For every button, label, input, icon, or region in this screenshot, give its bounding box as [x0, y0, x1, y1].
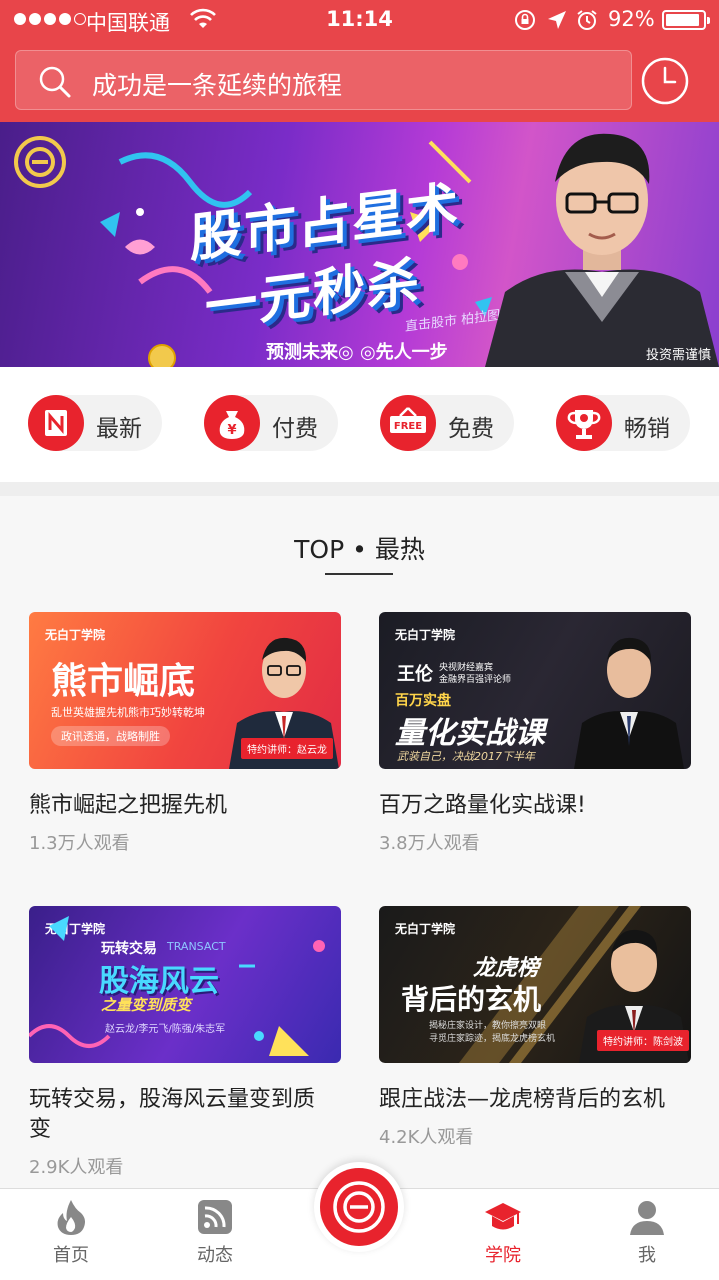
graduation-cap-icon	[485, 1203, 521, 1230]
section-underline	[325, 573, 393, 575]
tab-label: 学院	[485, 1245, 521, 1266]
view-count: 3.8万人观看	[379, 833, 480, 854]
course-thumbnail[interactable]: 无白丁学院 熊市崛底 乱世英雄握先机熊市巧妙转乾坤 政讯透通，战略制胜 特约讲师…	[29, 612, 341, 769]
course-thumbnail[interactable]: 无白丁学院 玩转交易 TRANSACT 股海风云 之量变到质变 赵云龙/李元飞/…	[29, 906, 341, 1063]
lecturer-badge: 特约讲师：赵云龙	[241, 738, 333, 759]
scan-target-icon	[333, 1181, 385, 1233]
location-icon	[548, 11, 566, 29]
banner-slogan: 预测未来◎ ◎先人一步	[266, 342, 448, 363]
thumb-headline: 量化实战课	[395, 716, 545, 751]
free-tag-icon: FREE	[380, 395, 436, 451]
tab-label: 我	[638, 1245, 656, 1266]
search-bar[interactable]: 成功是一条延续的旅程	[15, 50, 632, 110]
clock-icon[interactable]	[640, 56, 690, 106]
course-thumbnail[interactable]: 无白丁学院 龙虎榜 背后的玄机 揭秘庄家设计，教你擦亮双眼 寻觅庄家踪迹，揭底龙…	[379, 906, 691, 1063]
category-label: 畅销	[624, 416, 670, 442]
confetti-decoration	[29, 916, 325, 1056]
alarm-icon	[577, 10, 597, 30]
coin-icon	[148, 344, 176, 367]
thumb-subtitle: 乱世英雄握先机熊市巧妙转乾坤	[51, 706, 205, 719]
thumb-subtitle: 武装自己，决战2017下半年	[397, 750, 535, 763]
view-count: 2.9K人观看	[29, 1157, 124, 1178]
course-title[interactable]: 玩转交易，股海风云量变到质变	[29, 1085, 329, 1145]
trophy-icon	[556, 395, 612, 451]
tab-feed[interactable]: 动态	[170, 1197, 260, 1277]
section-divider	[0, 482, 719, 496]
user-icon	[630, 1201, 664, 1235]
presenter-photo	[485, 133, 719, 367]
money-bag-icon: ¥	[204, 395, 260, 451]
course-card[interactable]: 无白丁学院 龙虎榜 背后的玄机 揭秘庄家设计，教你擦亮双眼 寻觅庄家踪迹，揭底龙…	[379, 906, 691, 1149]
thumb-headline: 熊市崛底	[51, 661, 196, 702]
brand-label: 无白丁学院	[45, 628, 106, 642]
thumb-desc2: 寻觅庄家踪迹，揭底龙虎榜玄机	[429, 1034, 556, 1044]
course-card[interactable]: 无白丁学院 玩转交易 TRANSACT 股海风云 之量变到质变 赵云龙/李元飞/…	[29, 906, 341, 1179]
thumb-desc1: 揭秘庄家设计，教你擦亮双眼	[429, 1021, 547, 1031]
battery-icon	[662, 10, 710, 30]
lecturer-badge: 特约讲师：陈剑波	[597, 1030, 689, 1051]
category-latest[interactable]: 最新	[28, 395, 162, 451]
category-free[interactable]: FREE 免费	[380, 395, 514, 451]
lecturer-photo	[574, 637, 684, 769]
svg-text:FREE: FREE	[394, 421, 422, 432]
section-title: TOP • 最热	[294, 535, 425, 564]
flame-icon	[57, 1200, 85, 1235]
thumb-name: 王伦	[397, 664, 433, 685]
search-icon	[39, 66, 71, 98]
status-bar: 中国联通 11:14 92%	[0, 0, 719, 40]
thumb-headline2: 背后的玄机	[401, 983, 542, 1016]
course-title[interactable]: 百万之路量化实战课!	[379, 791, 679, 821]
category-label: 最新	[96, 416, 142, 442]
course-title[interactable]: 跟庄战法—龙虎榜背后的玄机	[379, 1085, 679, 1115]
brand-label: 无白丁学院	[395, 628, 456, 642]
thumb-pill: 政讯透通，战略制胜	[51, 726, 170, 746]
rotation-lock-icon	[515, 10, 535, 30]
tab-me[interactable]: 我	[602, 1197, 692, 1277]
search-input[interactable]: 成功是一条延续的旅程	[92, 66, 342, 102]
rss-feed-icon	[198, 1200, 232, 1234]
new-badge-icon	[28, 395, 84, 451]
view-count: 1.3万人观看	[29, 833, 130, 854]
app-header: 中国联通 11:14 92% 成功是一条延续的旅程	[0, 0, 719, 122]
center-action-button[interactable]	[314, 1162, 404, 1252]
category-label: 免费	[448, 416, 494, 442]
category-label: 付费	[272, 416, 318, 442]
tab-home[interactable]: 首页	[26, 1197, 116, 1277]
category-row: 最新 ¥ 付费 FREE 免费 畅销	[0, 367, 719, 482]
view-count: 4.2K人观看	[379, 1127, 474, 1148]
course-title[interactable]: 熊市崛起之把握先机	[29, 791, 329, 821]
category-bestseller[interactable]: 畅销	[556, 395, 690, 451]
brand-logo-icon	[14, 136, 66, 188]
tab-academy[interactable]: 学院	[458, 1197, 548, 1277]
course-card[interactable]: 无白丁学院 熊市崛底 乱世英雄握先机熊市巧妙转乾坤 政讯透通，战略制胜 特约讲师…	[29, 612, 341, 855]
thumb-tag: 百万实盘	[395, 693, 451, 709]
tab-label: 首页	[53, 1245, 89, 1266]
tab-label: 动态	[197, 1245, 233, 1266]
promo-banner[interactable]: 股市占星术 一元秒杀 直击股市 柏拉图 预测未来◎ ◎先人一步 投资需谨慎	[0, 122, 719, 367]
course-thumbnail[interactable]: 无白丁学院 王伦 央视财经嘉宾 金融界百强评论师 百万实盘 量化实战课 武装自己…	[379, 612, 691, 769]
risk-disclaimer: 投资需谨慎	[646, 348, 712, 363]
thumb-role2: 金融界百强评论师	[439, 675, 512, 685]
course-card[interactable]: 无白丁学院 王伦 央视财经嘉宾 金融界百强评论师 百万实盘 量化实战课 武装自己…	[379, 612, 691, 855]
svg-text:¥: ¥	[227, 423, 236, 438]
battery-percent: 92%	[608, 7, 655, 31]
category-paid[interactable]: ¥ 付费	[204, 395, 338, 451]
